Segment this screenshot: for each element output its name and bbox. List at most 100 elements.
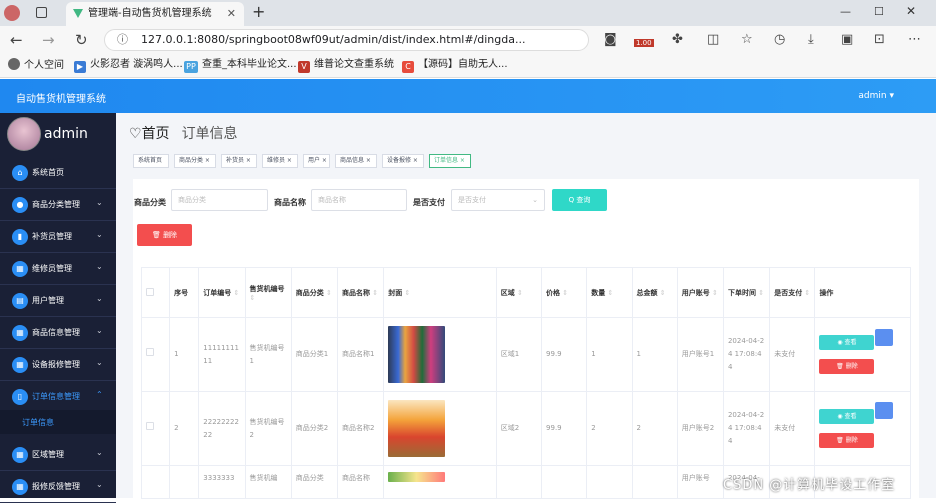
extensions-icon[interactable]: ◙ xyxy=(604,31,617,49)
puzzle-icon[interactable]: ✤ xyxy=(672,31,683,49)
new-tab-icon[interactable]: + xyxy=(252,2,265,21)
sidebar-item-products[interactable]: ▦ 商品信息管理 ⌄ xyxy=(0,317,116,349)
screenshot-icon[interactable]: ⊡ xyxy=(874,31,885,49)
chart-icon: ▮ xyxy=(12,229,28,245)
sidebar-item-repair[interactable]: ▦ 设备报修管理 ⌄ xyxy=(0,349,116,381)
chevron-down-icon: ⌄ xyxy=(96,262,103,271)
tag-item[interactable]: 系统首页 xyxy=(133,154,169,168)
table-row: 1 1111111111 售货机编号1 商品分类1 商品名称1 区域1 99.9… xyxy=(141,317,911,392)
tag-item[interactable]: 用户 × xyxy=(303,154,330,168)
tag-item-active[interactable]: 订单信息 × xyxy=(429,154,471,168)
table-header: 序号 订单编号 ⇕ 售货机编号 ⇕ 商品分类 ⇕ 商品名称 ⇕ 封面 ⇕ 区域 … xyxy=(141,267,911,318)
col-header[interactable]: 订单编号 ⇕ xyxy=(198,267,246,318)
browser-tab[interactable]: 管理端-自动售货机管理系统 ✕ xyxy=(66,2,244,26)
tag-item[interactable]: 设备报修 × xyxy=(382,154,424,168)
bookmark-item[interactable]: C 【源码】自助无人... xyxy=(402,58,508,73)
col-header: 操作 xyxy=(814,267,911,318)
more-icon[interactable]: ⋯ xyxy=(908,31,921,49)
col-header[interactable]: 是否支付 ⇕ xyxy=(769,267,816,318)
batch-delete-button[interactable]: 🗑︎ 删除 xyxy=(137,224,192,246)
sidebar-item-category[interactable]: ● 商品分类管理 ⌄ xyxy=(0,189,116,221)
tab-title: 管理端-自动售货机管理系统 xyxy=(88,8,212,19)
close-window-icon[interactable]: ✕ xyxy=(906,4,916,18)
globe-icon xyxy=(8,58,20,70)
user-menu[interactable]: admin ▾ xyxy=(858,91,894,101)
breadcrumb-home[interactable]: ♡首页 xyxy=(129,126,170,142)
col-header[interactable]: 用户账号 ⇕ xyxy=(677,267,724,318)
edit-button[interactable] xyxy=(875,402,893,419)
pay-select[interactable]: 是否支付 ⌄ xyxy=(451,189,545,211)
c-icon: C xyxy=(402,61,414,73)
product-image xyxy=(388,326,446,383)
delete-button[interactable]: 🗑︎ 删除 xyxy=(819,433,875,448)
sidebar-item-orders[interactable]: ▯ 订单信息管理 ⌃ xyxy=(0,381,116,413)
view-button[interactable]: ◉ 查看 xyxy=(819,409,875,424)
col-header[interactable]: 商品名称 ⇕ xyxy=(337,267,385,318)
chevron-down-icon: ⌄ xyxy=(96,198,103,207)
search-button[interactable]: Q 查询 xyxy=(552,189,607,211)
col-header[interactable]: 总金额 ⇕ xyxy=(632,267,678,318)
chevron-down-icon: ⌄ xyxy=(96,448,103,457)
product-image xyxy=(388,472,446,482)
col-header[interactable]: 售货机编号 ⇕ xyxy=(245,267,292,318)
sidebar-item-area[interactable]: ▦ 区域管理 ⌄ xyxy=(0,439,116,471)
trash-icon: 🗑︎ xyxy=(151,231,164,239)
sidebar-item-home[interactable]: ⌂ 系统首页 xyxy=(0,157,116,189)
reload-icon[interactable]: ↻ xyxy=(75,31,88,49)
minimize-icon[interactable]: — xyxy=(840,5,851,18)
split-icon[interactable]: ◫ xyxy=(707,31,719,49)
briefcase-icon: ▤ xyxy=(12,293,28,309)
bookmark-item[interactable]: ▶ 火影忍者 漩涡鸣人... xyxy=(74,58,183,73)
col-header[interactable]: 下单时间 ⇕ xyxy=(723,267,771,318)
col-header[interactable]: 价格 ⇕ xyxy=(541,267,588,318)
grid-icon: ▦ xyxy=(12,357,28,373)
download-icon[interactable]: ⤓ xyxy=(808,31,814,49)
info-icon: ⓘ xyxy=(117,33,128,46)
tag-item[interactable]: 商品分类 × xyxy=(174,154,216,168)
select-all-checkbox[interactable] xyxy=(141,267,171,318)
tag-item[interactable]: 补货员 × xyxy=(221,154,257,168)
forward-icon[interactable]: → xyxy=(42,31,55,49)
sidebar-item-repairer[interactable]: ▦ 维修员管理 ⌄ xyxy=(0,253,116,285)
tab-actions-icon[interactable] xyxy=(36,7,47,18)
actions-cell: ◉ 查看 🗑︎ 删除 xyxy=(814,391,911,466)
filter-label: 商品名称 xyxy=(274,198,306,207)
filter-label: 商品分类 xyxy=(134,198,166,207)
collections-icon[interactable]: ▣ xyxy=(841,31,853,49)
tag-item[interactable]: 商品信息 × xyxy=(335,154,377,168)
delete-button[interactable]: 🗑︎ 删除 xyxy=(819,359,875,374)
close-icon[interactable]: ✕ xyxy=(227,2,236,26)
sidebar-item-feedback[interactable]: ▦ 报修反馈管理 ⌄ xyxy=(0,471,116,503)
sidebar-subitem-order-info[interactable]: 订单信息 xyxy=(0,410,116,434)
category-input[interactable]: 商品分类 xyxy=(171,189,268,211)
browser-tab-strip: 管理端-自动售货机管理系统 ✕ + — ☐ ✕ xyxy=(0,0,936,26)
tag-item[interactable]: 维修员 × xyxy=(262,154,298,168)
col-header[interactable]: 区域 ⇕ xyxy=(496,267,543,318)
row-checkbox[interactable] xyxy=(141,465,171,499)
profile-icon[interactable] xyxy=(4,5,20,21)
sidebar-item-users[interactable]: ▤ 用户管理 ⌄ xyxy=(0,285,116,317)
col-header[interactable]: 商品分类 ⇕ xyxy=(291,267,338,318)
history-icon[interactable]: ◷ xyxy=(774,31,785,49)
edit-button[interactable] xyxy=(875,329,893,346)
chevron-down-icon: ⌄ xyxy=(96,294,103,303)
name-input[interactable]: 商品名称 xyxy=(311,189,407,211)
bookmark-item[interactable]: 个人空间 xyxy=(8,58,64,73)
maximize-icon[interactable]: ☐ xyxy=(874,5,884,18)
app-title: 自动售货机管理系统 xyxy=(16,94,106,105)
eye-icon: ◉ xyxy=(837,413,845,420)
eye-icon: ◉ xyxy=(837,339,845,346)
view-button[interactable]: ◉ 查看 xyxy=(819,335,875,350)
col-header: 序号 xyxy=(169,267,200,318)
col-header[interactable]: 封面 ⇕ xyxy=(383,267,497,318)
row-checkbox[interactable] xyxy=(141,391,171,466)
back-icon[interactable]: ← xyxy=(10,31,23,49)
filter-label: 是否支付 xyxy=(413,198,445,207)
row-checkbox[interactable] xyxy=(141,317,171,392)
favorites-icon[interactable]: ☆ xyxy=(741,31,753,49)
bookmark-item[interactable]: V 维普论文查重系统 xyxy=(298,58,394,73)
url-input[interactable]: ⓘ 127.0.0.1:8080/springboot08wf09ut/admi… xyxy=(104,29,589,51)
sidebar-item-restocker[interactable]: ▮ 补货员管理 ⌄ xyxy=(0,221,116,253)
col-header[interactable]: 数量 ⇕ xyxy=(586,267,633,318)
bookmark-item[interactable]: PP 查重_本科毕业论文... xyxy=(184,58,297,73)
